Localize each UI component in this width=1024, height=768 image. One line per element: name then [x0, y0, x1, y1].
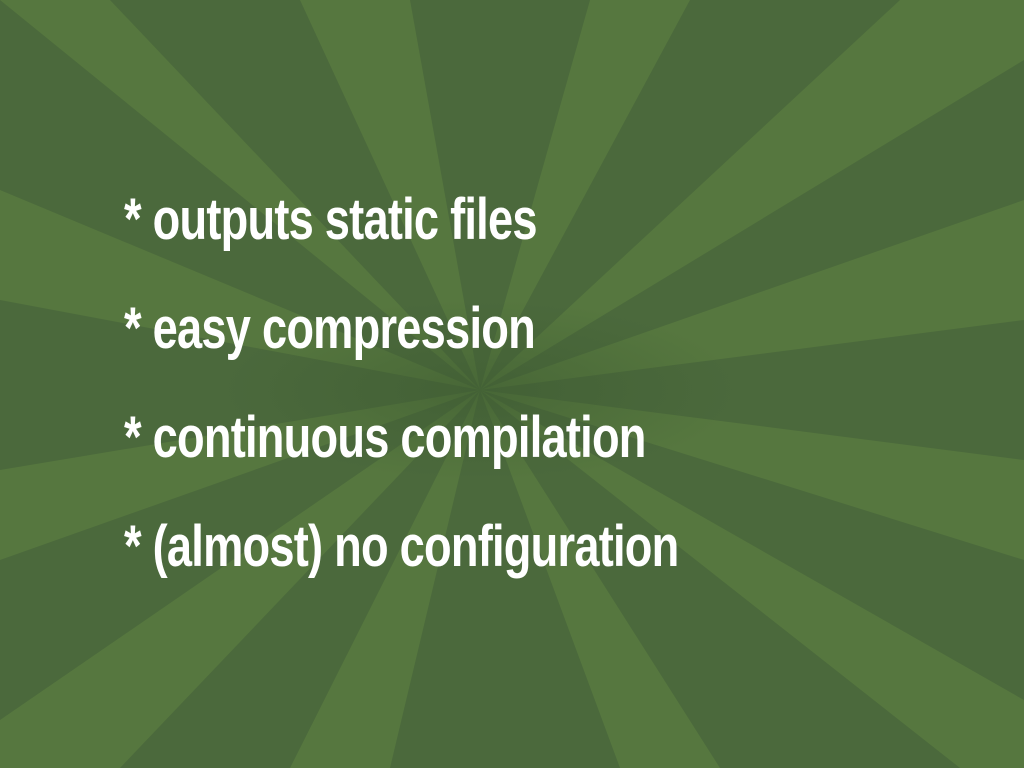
bullet-marker: * — [124, 514, 142, 579]
bullet-list: * outputs static files * easy compressio… — [124, 182, 835, 618]
bullet-text: (almost) no configuration — [152, 514, 680, 579]
bullet-marker: * — [124, 405, 142, 470]
bullet-item: * (almost) no configuration — [124, 509, 680, 618]
bullet-text: outputs static files — [152, 187, 538, 252]
bullet-marker: * — [124, 296, 142, 361]
bullet-item: * outputs static files — [124, 182, 678, 291]
bullet-item: * continuous compilation — [124, 400, 678, 509]
slide: * outputs static files * easy compressio… — [0, 0, 1024, 768]
bullet-marker: * — [124, 187, 142, 252]
bullet-text: continuous compilation — [152, 405, 647, 470]
bullet-item: * easy compression — [124, 291, 678, 400]
bullet-text: easy compression — [152, 296, 536, 361]
